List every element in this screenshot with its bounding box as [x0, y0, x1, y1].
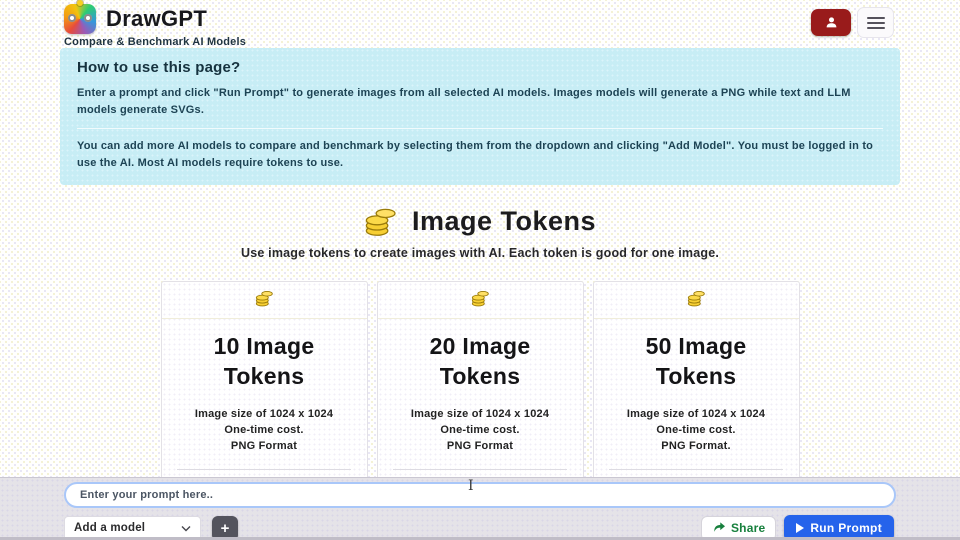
chevron-down-icon: [181, 525, 191, 532]
share-button-label: Share: [731, 521, 765, 535]
card-header: [378, 282, 583, 319]
run-prompt-label: Run Prompt: [810, 521, 882, 535]
user-account-button[interactable]: [811, 9, 851, 36]
robot-logo-icon[interactable]: [64, 4, 96, 34]
card-divider: [609, 469, 783, 470]
info-box-paragraph-2: You can add more AI models to compare an…: [77, 138, 883, 172]
card-header: [594, 282, 799, 319]
info-box: How to use this page? Enter a prompt and…: [60, 48, 900, 185]
hamburger-menu-icon: [867, 17, 885, 19]
card-title: 50 Image Tokens: [626, 332, 766, 392]
plus-icon: +: [221, 520, 230, 537]
info-box-paragraph-1: Enter a prompt and click "Run Prompt" to…: [77, 85, 883, 119]
app-tagline: Compare & Benchmark AI Models: [64, 36, 246, 48]
app-title: DrawGPT: [106, 6, 207, 32]
card-title: 10 Image Tokens: [194, 332, 334, 392]
card-format: PNG Format.: [594, 439, 799, 455]
coins-icon: [471, 289, 490, 307]
image-tokens-section: Image Tokens Use image tokens to create …: [0, 205, 960, 521]
info-box-divider: [77, 128, 883, 129]
logo-eye: [68, 14, 76, 22]
prompt-bar: Add a model + Share R: [0, 477, 960, 540]
hamburger-menu-button[interactable]: [857, 7, 894, 38]
card-format: PNG Format: [378, 439, 583, 455]
card-size: Image size of 1024 x 1024: [594, 407, 799, 423]
card-cost: One-time cost.: [162, 423, 367, 439]
section-title: Image Tokens: [412, 206, 596, 237]
card-size: Image size of 1024 x 1024: [378, 407, 583, 423]
info-box-heading: How to use this page?: [77, 59, 883, 76]
card-header: [162, 282, 367, 319]
header-branding: DrawGPT Compare & Benchmark AI Models: [64, 4, 246, 48]
card-cost: One-time cost.: [378, 423, 583, 439]
play-icon: [796, 523, 804, 533]
logo-eye: [84, 14, 92, 22]
drawgpt-page: DrawGPT Compare & Benchmark AI Models Ho…: [0, 0, 960, 540]
model-select-value: Add a model: [74, 522, 145, 534]
user-icon: [824, 15, 839, 30]
card-title: 20 Image Tokens: [410, 332, 550, 392]
share-arrow-icon: [712, 522, 726, 534]
section-subtitle: Use image tokens to create images with A…: [0, 246, 960, 260]
card-divider: [393, 469, 567, 470]
card-format: PNG Format: [162, 439, 367, 455]
header-actions: [811, 7, 894, 38]
coins-icon: [255, 289, 274, 307]
prompt-input[interactable]: [64, 482, 896, 508]
coins-icon: [364, 205, 398, 237]
card-cost: One-time cost.: [594, 423, 799, 439]
header: DrawGPT Compare & Benchmark AI Models: [0, 0, 960, 46]
card-divider: [177, 469, 351, 470]
hamburger-menu-icon: [867, 27, 885, 29]
hamburger-menu-icon: [867, 22, 885, 24]
card-size: Image size of 1024 x 1024: [162, 407, 367, 423]
text-cursor: I: [468, 478, 474, 494]
coins-icon: [687, 289, 706, 307]
